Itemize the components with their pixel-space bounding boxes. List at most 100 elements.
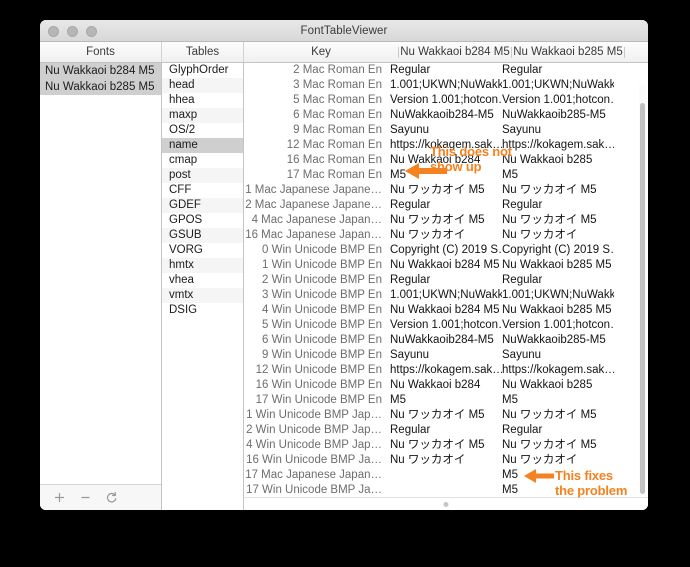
table-row[interactable]: 16 Win Unicode BMP Ja… Nu ワッカオイ Nu ワッカオイ	[244, 453, 648, 468]
fonts-list[interactable]: Nu Wakkaoi b284 M5 Nu Wakkaoi b285 M5	[40, 63, 161, 484]
table-row[interactable]: 9 Win Unicode BMP En Sayunu Sayunu	[244, 348, 648, 363]
cell-value-font1: M5	[390, 394, 406, 406]
table-row[interactable]: 16 Mac Japanese Japan… Nu ワッカオイ Nu ワッカオイ	[244, 228, 648, 243]
table-row[interactable]: 9 Mac Roman En Sayunu Sayunu	[244, 123, 648, 138]
minimize-button-icon[interactable]	[67, 25, 78, 37]
table-row[interactable]: 3 Mac Roman En 1.001;UKWN;NuWakk…1.001;UK…	[244, 78, 648, 93]
table-row[interactable]: 4 Win Unicode BMP Jap… Nu ワッカオイ M5 Nu ワッカオ…	[244, 438, 648, 453]
table-row[interactable]: 3 Win Unicode BMP En 1.001;UKWN;NuWakk…1.…	[244, 288, 648, 303]
table-list-item[interactable]: head	[162, 78, 243, 93]
cell-key: 17 Mac Japanese Japan…	[245, 469, 382, 481]
font-list-item[interactable]: Nu Wakkaoi b284 M5	[40, 63, 161, 79]
cell-key: 9 Win Unicode BMP En	[262, 349, 382, 361]
column-header-key[interactable]: Key	[244, 42, 398, 62]
cell-value-font2: Nu ワッカオイ M5	[502, 439, 597, 451]
table-list-item[interactable]: hhea	[162, 93, 243, 108]
horizontal-scrollbar-knob[interactable]	[443, 502, 449, 507]
vertical-scrollbar-thumb[interactable]	[640, 103, 645, 494]
name-table-rows[interactable]: 2 Mac Roman En Regular Regular 3 Mac Roman …	[244, 63, 648, 497]
table-list-item[interactable]: GlyphOrder	[162, 63, 243, 78]
table-list-item[interactable]: GDEF	[162, 198, 243, 213]
table-list-item[interactable]: GSUB	[162, 228, 243, 243]
cell-value-font2: Nu ワッカオイ	[502, 229, 578, 241]
cell-value-font1: Nu ワッカオイ M5	[390, 409, 485, 421]
table-row[interactable]: 0 Win Unicode BMP En Copyright (C) 2019 S…	[244, 243, 648, 258]
cell-value-font2: Nu ワッカオイ	[502, 454, 578, 466]
remove-font-icon[interactable]	[79, 491, 92, 504]
cell-value-font1: Nu ワッカオイ M5	[390, 214, 485, 226]
cell-key: 16 Win Unicode BMP Ja…	[246, 454, 382, 466]
table-row[interactable]: 16 Win Unicode BMP En Nu Wakkaoi b284 Nu W…	[244, 378, 648, 393]
table-row[interactable]: 1 Win Unicode BMP En Nu Wakkaoi b284 M5 Nu…	[244, 258, 648, 273]
table-row[interactable]: 1 Win Unicode BMP Jap… Nu ワッカオイ M5 Nu ワッカオ…	[244, 408, 648, 423]
table-row[interactable]: 2 Win Unicode BMP En Regular Regular	[244, 273, 648, 288]
column-header-tables[interactable]: Tables	[162, 42, 244, 62]
cell-value-font2: Regular	[502, 274, 543, 286]
vertical-scrollbar[interactable]	[639, 85, 646, 496]
name-table-pane: 2 Mac Roman En Regular Regular 3 Mac Roman …	[244, 63, 648, 510]
table-list-item[interactable]: GPOS	[162, 213, 243, 228]
table-row[interactable]: 5 Mac Roman En Version 1.001;hotcon… Versi…	[244, 93, 648, 108]
table-list-item[interactable]: VORG	[162, 243, 243, 258]
cell-value-font1: Nu Wakkaoi b284 M5	[390, 259, 500, 271]
cell-key: 16 Mac Roman En	[286, 154, 382, 166]
table-list-item[interactable]: DSIG	[162, 303, 243, 318]
table-row[interactable]: 1 Mac Japanese Japane… Nu ワッカオイ M5 Nu ワッカオ…	[244, 183, 648, 198]
cell-key: 1 Win Unicode BMP En	[262, 259, 382, 271]
table-row[interactable]: 4 Mac Japanese Japan… Nu ワッカオイ M5 Nu ワッカオイ…	[244, 213, 648, 228]
table-list-item[interactable]: vhea	[162, 273, 243, 288]
table-row[interactable]: 6 Mac Roman En NuWakkaoib284-M5 NuWakkaoib…	[244, 108, 648, 123]
cell-key: 12 Mac Roman En	[286, 139, 382, 151]
cell-key: 6 Mac Roman En	[293, 109, 382, 121]
cell-value-font2: Nu Wakkaoi b285 M5	[502, 259, 612, 271]
window-titlebar[interactable]: FontTableViewer	[40, 20, 648, 42]
table-list-item[interactable]: hmtx	[162, 258, 243, 273]
cell-value-font2: https://kokagem.sak…	[502, 364, 614, 376]
cell-value-font2: Copyright (C) 2019 S…	[502, 244, 614, 256]
table-list-item[interactable]: OS/2	[162, 123, 243, 138]
cell-value-font2: M5	[502, 469, 518, 481]
cell-value-font1: Version 1.001;hotcon…	[390, 94, 502, 106]
cell-value-font2: 1.001;UKWN;NuWakk…	[502, 79, 614, 91]
table-row[interactable]: 12 Win Unicode BMP En https://kokagem.sak…	[244, 363, 648, 378]
cell-value-font1: Nu ワッカオイ M5	[390, 184, 485, 196]
cell-key: 17 Mac Roman En	[286, 169, 382, 181]
column-header-row: Fonts Tables Key Nu Wakkaoi b284 M5 Nu W…	[40, 42, 648, 63]
table-row[interactable]: 2 Win Unicode BMP Jap… Regular Regular	[244, 423, 648, 438]
table-row[interactable]: 2 Mac Roman En Regular Regular	[244, 63, 648, 78]
zoom-button-icon[interactable]	[86, 25, 97, 37]
tables-list[interactable]: GlyphOrder head hhea maxp OS/2 name cmap post CF…	[162, 63, 244, 510]
table-list-item[interactable]: post	[162, 168, 243, 183]
cell-value-font2: Nu ワッカオイ M5	[502, 214, 597, 226]
table-row[interactable]: 17 Mac Japanese Japan… M5	[244, 468, 648, 483]
table-list-item[interactable]: cmap	[162, 153, 243, 168]
table-row[interactable]: 2 Mac Japanese Japane… Regular Regular	[244, 198, 648, 213]
table-row[interactable]: 4 Win Unicode BMP En Nu Wakkaoi b284 M5 Nu…	[244, 303, 648, 318]
table-list-item[interactable]: maxp	[162, 108, 243, 123]
column-header-fonts[interactable]: Fonts	[40, 42, 162, 62]
font-list-item[interactable]: Nu Wakkaoi b285 M5	[40, 79, 161, 95]
cell-value-font1: Nu ワッカオイ M5	[390, 439, 485, 451]
app-window: FontTableViewer Fonts Tables Key Nu Wakk…	[40, 20, 648, 510]
table-row[interactable]: 5 Win Unicode BMP En Version 1.001;hotcon…	[244, 318, 648, 333]
close-button-icon[interactable]	[48, 25, 59, 37]
table-list-item[interactable]: vmtx	[162, 288, 243, 303]
table-row[interactable]: 17 Win Unicode BMP En M5 M5	[244, 393, 648, 408]
table-row[interactable]: 6 Win Unicode BMP En NuWakkaoib284-M5 NuWa…	[244, 333, 648, 348]
reload-icon[interactable]	[105, 491, 118, 504]
table-row[interactable]: 16 Mac Roman En Nu Wakkaoi b284 Nu Wakkaoi…	[244, 153, 648, 168]
cell-key: 9 Mac Roman En	[293, 124, 382, 136]
traffic-light-group	[48, 20, 97, 42]
table-list-item[interactable]: CFF	[162, 183, 243, 198]
table-row[interactable]: 12 Mac Roman En https://kokagem.sak… https…	[244, 138, 648, 153]
horizontal-scrollbar[interactable]	[244, 497, 648, 510]
add-font-icon[interactable]	[53, 491, 66, 504]
table-list-item[interactable]: name	[162, 138, 243, 153]
table-row[interactable]: 17 Mac Roman En M5 M5	[244, 168, 648, 183]
cell-key: 2 Mac Japanese Japane…	[245, 199, 382, 211]
column-header-font1[interactable]: Nu Wakkaoi b284 M5	[399, 42, 511, 62]
column-header-font2[interactable]: Nu Wakkaoi b285 M5	[512, 42, 624, 62]
cell-value-font2: Nu ワッカオイ M5	[502, 184, 597, 196]
table-row[interactable]: 17 Win Unicode BMP Ja… M5	[244, 483, 648, 497]
cell-key: 2 Mac Roman En	[293, 64, 382, 76]
